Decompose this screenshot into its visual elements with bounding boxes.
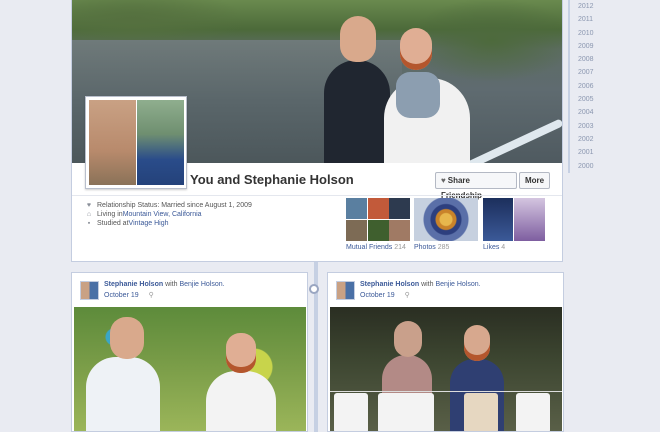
timeline-dot [309, 284, 319, 294]
cover-woman [384, 28, 470, 163]
post-with-text: with [419, 281, 436, 288]
profile-picture-right [137, 100, 184, 185]
studied-at: ▪ Studied at Vintage High [85, 219, 252, 228]
year-link[interactable]: 2004 [578, 106, 608, 119]
photos-thumbnail[interactable]: Photos 285 [414, 198, 478, 251]
education-icon: ▪ [87, 220, 91, 227]
home-icon: ⌂ [86, 211, 92, 218]
post-with-text: with [163, 281, 180, 288]
timeline-post: Stephanie Holson with Benjie Holson. Oct… [71, 272, 308, 432]
mutual-friends-thumbnail[interactable]: Mutual Friends 214 [346, 198, 410, 251]
people-icon: ⚲ [404, 292, 410, 299]
post-date-link[interactable]: October 19 [360, 292, 395, 299]
cover-card: You and Stephanie Holson ♥Share Friendsh… [71, 0, 563, 262]
heart-icon: ♥ [86, 202, 92, 209]
relationship-status: ♥ Relationship Status: Married since Aug… [85, 201, 252, 210]
post-tagged-link[interactable]: Benjie Holson. [435, 281, 480, 288]
living-in-link[interactable]: Mountain View, California [123, 210, 202, 219]
post-author-link[interactable]: Stephanie Holson [104, 281, 163, 288]
year-link[interactable]: 2010 [578, 27, 608, 40]
year-link[interactable]: 2006 [578, 80, 608, 93]
share-friendship-label: Share Friendship [441, 176, 482, 200]
likes-thumbnail-2[interactable] [514, 198, 545, 241]
avatar[interactable] [336, 281, 355, 300]
year-link[interactable]: 2007 [578, 66, 608, 79]
bridge-railing [460, 118, 562, 163]
post-photo[interactable] [330, 307, 562, 431]
photos-label[interactable]: Photos 285 [414, 244, 449, 251]
likes-thumbnail[interactable]: Likes 4 [483, 198, 513, 251]
post-date: October 19 ⚲ [360, 291, 410, 299]
heart-icon: ♥ [441, 176, 446, 185]
post-date: October 19 ⚲ [104, 291, 154, 299]
studied-at-link[interactable]: Vintage High [129, 219, 169, 228]
year-link[interactable]: 2000 [578, 160, 608, 173]
post-header: Stephanie Holson with Benjie Holson. [104, 281, 225, 288]
profile-picture[interactable] [85, 96, 187, 189]
cover-man [324, 16, 390, 163]
year-link[interactable]: 2012 [578, 0, 608, 13]
year-link[interactable]: 2009 [578, 40, 608, 53]
timeline-post: Stephanie Holson with Benjie Holson. Oct… [327, 272, 564, 432]
studied-at-prefix: Studied at [97, 220, 129, 227]
year-link[interactable]: 2008 [578, 53, 608, 66]
mutual-friends-label[interactable]: Mutual Friends 214 [346, 244, 406, 251]
living-in: ⌂ Living in Mountain View, California [85, 210, 252, 219]
relationship-text: Relationship Status: Married since Augus… [97, 202, 252, 209]
likes-label[interactable]: Likes 4 [483, 244, 505, 251]
profile-name: You and Stephanie Holson [190, 172, 354, 187]
living-in-prefix: Living in [97, 211, 123, 218]
more-button[interactable]: More [519, 172, 550, 189]
profile-picture-left [89, 100, 136, 185]
year-link[interactable]: 2001 [578, 146, 608, 159]
post-header: Stephanie Holson with Benjie Holson. [360, 281, 481, 288]
avatar[interactable] [80, 281, 99, 300]
people-icon: ⚲ [148, 292, 154, 299]
year-link[interactable]: 2002 [578, 133, 608, 146]
post-tagged-link[interactable]: Benjie Holson. [179, 281, 224, 288]
share-friendship-button[interactable]: ♥Share Friendship [435, 172, 517, 200]
post-author-link[interactable]: Stephanie Holson [360, 281, 419, 288]
post-date-link[interactable]: October 19 [104, 292, 139, 299]
year-link[interactable]: 2005 [578, 93, 608, 106]
year-link[interactable]: 2003 [578, 120, 608, 133]
post-photo[interactable] [74, 307, 306, 431]
about-info: ♥ Relationship Status: Married since Aug… [85, 201, 252, 228]
divider [72, 195, 562, 196]
year-link[interactable]: 2011 [578, 13, 608, 26]
timeline-years-nav: 2012 2011 2010 2009 2008 2007 2006 2005 … [568, 0, 608, 173]
